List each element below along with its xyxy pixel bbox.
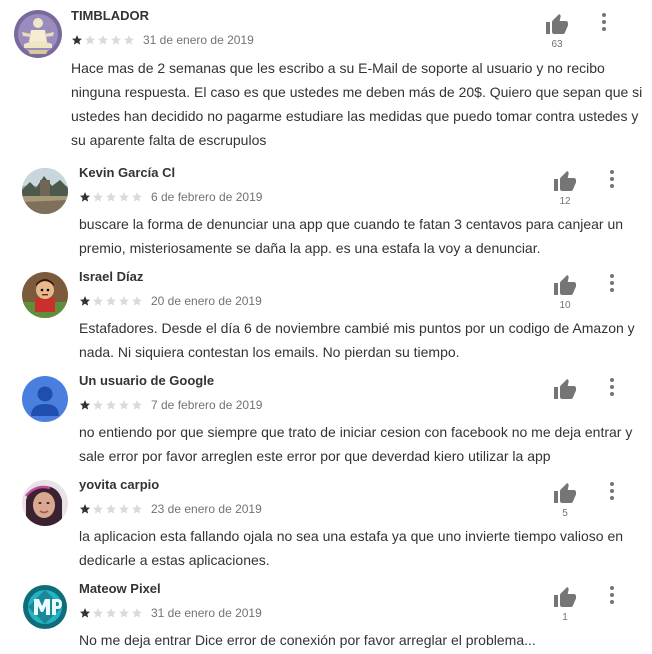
star-icon [119, 608, 129, 618]
star-icon [93, 296, 103, 306]
review-text-line: buscare la forma de denunciar una app qu… [79, 216, 624, 232]
rating-stars [79, 607, 144, 619]
star-icon [80, 296, 90, 306]
star-icon [85, 35, 95, 45]
star-icon [124, 35, 134, 45]
review-text: buscare la forma de denunciar una app qu… [79, 212, 623, 260]
review-date: 6 de febrero de 2019 [151, 190, 263, 204]
review-text: no entiendo por que siempre que trato de… [79, 420, 632, 468]
cartoon-character-avatar[interactable] [22, 272, 68, 318]
review-text-line: Hace mas de 2 semanas que les escribo a … [71, 60, 605, 76]
star-icon [106, 296, 116, 306]
star-icon [93, 192, 103, 202]
review-text: No me deja entrar Dice error de conexión… [79, 628, 536, 652]
thumbs-up-icon[interactable] [553, 482, 577, 504]
selfie-photo-avatar[interactable] [22, 480, 68, 526]
rating-stars [79, 295, 144, 307]
star-icon [119, 400, 129, 410]
rating-stars [79, 191, 144, 203]
review-text: Hace mas de 2 semanas que les escribo a … [71, 56, 642, 152]
review-text: la aplicacion esta fallando ojala no sea… [79, 524, 623, 572]
star-icon [80, 400, 90, 410]
more-options-icon[interactable] [607, 481, 617, 501]
review-text-line: nada. Ni siquiera contestan los emails. … [79, 344, 460, 360]
star-icon [132, 400, 142, 410]
star-icon [93, 608, 103, 618]
review-author: Mateow Pixel [79, 581, 161, 596]
star-icon [132, 192, 142, 202]
helpful-count: 63 [551, 39, 563, 50]
thumbs-up-icon[interactable] [553, 170, 577, 192]
helpful-count: 5 [562, 508, 568, 519]
more-options-icon[interactable] [599, 12, 609, 32]
star-icon [119, 192, 129, 202]
star-icon [80, 608, 90, 618]
star-icon [93, 400, 103, 410]
review-text-line: sale error por favor arreglen este error… [79, 448, 551, 464]
review-author: Un usuario de Google [79, 373, 215, 388]
review-date: 31 de enero de 2019 [143, 33, 254, 47]
star-icon [80, 504, 90, 514]
review-text-line: Estafadores. Desde el día 6 de noviembre… [79, 320, 635, 336]
more-options-icon[interactable] [607, 273, 617, 293]
review-text-line: ninguna respuesta. El caso es que ustede… [71, 84, 643, 100]
review-date: 7 de febrero de 2019 [151, 398, 263, 412]
review-date: 20 de enero de 2019 [151, 294, 262, 308]
star-icon [98, 35, 108, 45]
review-author: yovita carpio [79, 477, 160, 492]
rating-stars [71, 34, 136, 46]
star-icon [106, 192, 116, 202]
star-icon [119, 504, 129, 514]
review-text-line: ustedes han decidido no pagarme estudiar… [71, 108, 639, 124]
more-options-icon[interactable] [607, 585, 617, 605]
thumbs-up-icon[interactable] [553, 274, 577, 296]
default-person-avatar[interactable] [22, 376, 68, 422]
thumbs-up-icon[interactable] [553, 586, 577, 608]
thumbs-up-icon[interactable] [545, 13, 569, 35]
star-icon [132, 608, 142, 618]
rating-stars [79, 399, 144, 411]
review-text-line: dedicarle a estas aplicaciones. [79, 552, 270, 568]
helpful-count: 10 [559, 300, 571, 311]
review-author: Kevin García Cl [79, 165, 176, 180]
star-icon [132, 504, 142, 514]
thumbs-up-icon[interactable] [553, 378, 577, 400]
review-date: 23 de enero de 2019 [151, 502, 262, 516]
review-text-line: premio, misteriosamente se daña la app. … [79, 240, 541, 256]
star-icon [132, 296, 142, 306]
rating-stars [79, 503, 144, 515]
more-options-icon[interactable] [607, 377, 617, 397]
star-icon [72, 35, 82, 45]
star-icon [106, 608, 116, 618]
mp-logo-avatar[interactable] [22, 584, 68, 630]
star-icon [106, 504, 116, 514]
review-text-line: su aparente falta de escrupulos [71, 132, 267, 148]
more-options-icon[interactable] [607, 169, 617, 189]
landscape-photo-avatar[interactable] [22, 168, 68, 214]
review-date: 31 de enero de 2019 [151, 606, 262, 620]
star-icon [111, 35, 121, 45]
review-text: Estafadores. Desde el día 6 de noviembre… [79, 316, 635, 364]
review-author: Israel Díaz [79, 269, 144, 284]
star-icon [119, 296, 129, 306]
review-text-line: la aplicacion esta fallando ojala no sea… [79, 528, 624, 544]
review-author: TIMBLADOR [71, 8, 149, 23]
star-icon [93, 504, 103, 514]
meditating-figure-avatar[interactable] [14, 10, 62, 58]
review-text-line: no entiendo por que siempre que trato de… [79, 424, 633, 440]
helpful-count: 12 [559, 196, 571, 207]
helpful-count: 1 [562, 612, 568, 623]
star-icon [80, 192, 90, 202]
star-icon [106, 400, 116, 410]
review-text-line: No me deja entrar Dice error de conexión… [79, 632, 536, 648]
